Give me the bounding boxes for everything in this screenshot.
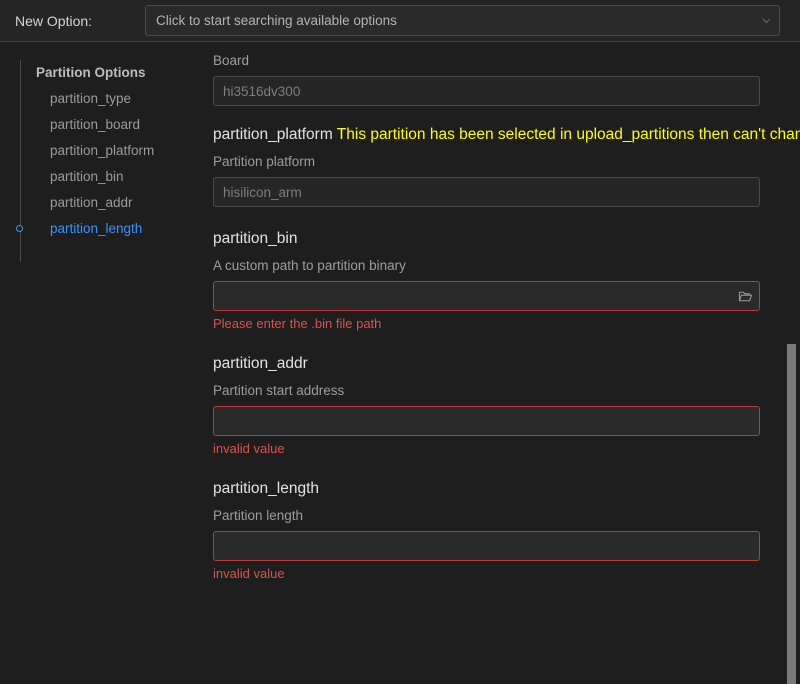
partition-length-error: invalid value [213,566,285,581]
board-input-value: hi3516dv300 [223,83,301,99]
section-partition-bin: partition_bin A custom path to partition… [200,207,800,332]
partition-platform-warning: This partition has been selected in uplo… [336,126,800,143]
sidebar-item-partition-length[interactable]: partition_length [0,216,200,242]
chevron-down-icon[interactable] [753,6,779,35]
main-scrollbar-thumb[interactable] [787,344,796,684]
sidebar-item-partition-bin[interactable]: partition_bin [0,164,200,190]
partition-bin-input[interactable] [213,281,760,311]
partition-bin-description: A custom path to partition binary [213,258,406,273]
sidebar-item-partition-board[interactable]: partition_board [0,112,200,138]
section-partition-length: partition_length Partition length invali… [200,457,800,582]
sidebar-heading: Partition Options [36,65,146,80]
partition-length-input[interactable] [213,531,760,561]
partition-platform-title: partition_platform This partition has be… [213,125,800,145]
sidebar-item-partition-platform[interactable]: partition_platform [0,138,200,164]
section-board: Board hi3516dv300 [200,42,800,106]
board-description: Board [213,53,250,68]
new-option-search-input[interactable]: Click to start searching available optio… [156,13,753,28]
sidebar-item-partition-addr[interactable]: partition_addr [0,190,200,216]
new-option-toolbar: New Option: Click to start searching ava… [0,0,800,42]
partition-addr-title: partition_addr [213,355,308,372]
sidebar-item-label: partition_platform [50,143,155,158]
main-scrollbar-track[interactable] [786,42,800,684]
partition-bin-error: Please enter the .bin file path [213,316,382,331]
partition-options-sidebar: Partition Options partition_type partiti… [0,42,200,684]
sidebar-item-label: partition_bin [50,169,124,184]
partition-bin-title: partition_bin [213,230,298,247]
partition-platform-title-text: partition_platform [213,126,333,143]
new-option-combobox[interactable]: Click to start searching available optio… [145,5,780,36]
section-partition-addr: partition_addr Partition start address i… [200,332,800,457]
sidebar-item-label: partition_board [50,117,141,132]
partition-length-title: partition_length [213,480,319,497]
sidebar-item-partition-type[interactable]: partition_type [0,86,200,112]
sidebar-toc: Partition Options partition_type partiti… [0,60,200,242]
partition-addr-description: Partition start address [213,383,345,398]
sidebar-item-label: partition_length [50,221,143,236]
sidebar-item-label: partition_addr [50,195,133,210]
board-input[interactable]: hi3516dv300 [213,76,760,106]
active-marker-icon [16,225,23,232]
new-option-label: New Option: [15,12,93,29]
sidebar-item-label: partition_type [50,91,132,106]
partition-addr-input[interactable] [213,406,760,436]
options-form-panel: Board hi3516dv300 partition_platform Thi… [200,42,800,684]
partition-platform-input[interactable]: hisilicon_arm [213,177,760,207]
folder-open-icon[interactable] [731,282,759,310]
partition-length-description: Partition length [213,508,304,523]
partition-addr-error: invalid value [213,441,285,456]
partition-platform-input-value: hisilicon_arm [223,184,302,200]
partition-platform-description: Partition platform [213,154,316,169]
section-partition-platform: partition_platform This partition has be… [200,106,800,207]
